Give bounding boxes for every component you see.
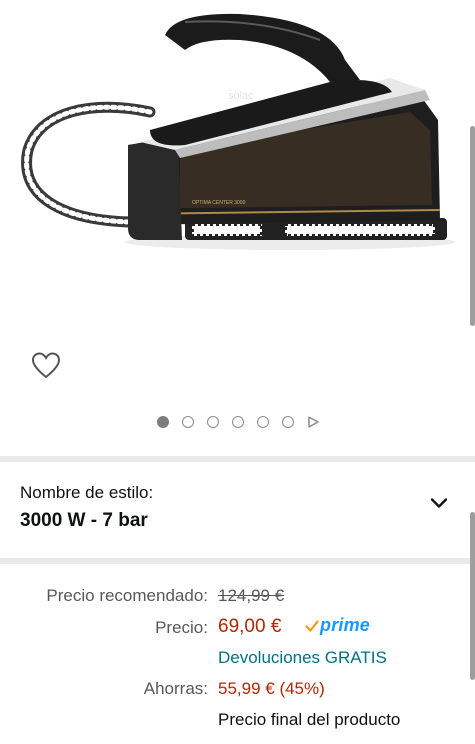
- carousel-dot-6[interactable]: [281, 416, 294, 428]
- returns-row: Devoluciones GRATIS: [0, 646, 475, 676]
- savings-value: 55,99 € (45%): [218, 679, 325, 698]
- free-returns-link[interactable]: Devoluciones GRATIS: [218, 648, 387, 668]
- price-row: Precio: 69,00 € prime: [0, 615, 475, 645]
- style-name-selector[interactable]: Nombre de estilo: 3000 W - 7 bar: [0, 466, 475, 558]
- style-selector-label: Nombre de estilo:: [20, 483, 154, 502]
- final-price-note-row: Precio final del producto: [0, 708, 475, 738]
- prime-check-icon: [305, 619, 319, 632]
- carousel-dot-1[interactable]: [156, 416, 169, 428]
- price-label: Precio:: [155, 618, 208, 637]
- price-value: 69,00 €: [218, 616, 282, 637]
- savings-row: Ahorras: 55,99 € (45%): [0, 677, 475, 707]
- carousel-video-play-icon[interactable]: [307, 416, 319, 428]
- recommended-price-value: 124,99 €: [218, 586, 285, 605]
- style-selector-value: 3000 W - 7 bar: [20, 510, 148, 531]
- recommended-price-label: Precio recomendado:: [46, 586, 208, 605]
- wishlist-heart-icon[interactable]: [30, 350, 62, 382]
- model-label: OPTIMA CENTER 3000: [192, 200, 246, 206]
- carousel-dot-3[interactable]: [206, 416, 219, 428]
- carousel-dot-5[interactable]: [256, 416, 269, 428]
- recommended-price-row: Precio recomendado: 124,99 €: [0, 584, 475, 614]
- product-image[interactable]: solac OPTIMA CENTER 3000: [0, 0, 475, 330]
- savings-label: Ahorras:: [143, 679, 208, 698]
- prime-label: prime: [320, 615, 371, 635]
- steam-iron-image: solac OPTIMA CENTER 3000: [21, 13, 455, 250]
- final-price-note: Precio final del producto: [218, 710, 401, 729]
- chevron-down-icon: [430, 498, 448, 508]
- prime-badge: prime: [305, 615, 370, 636]
- scrollbar-thumb[interactable]: [470, 126, 475, 326]
- section-divider: [0, 456, 475, 462]
- carousel-dot-4[interactable]: [231, 416, 244, 428]
- brand-logo: solac: [228, 90, 254, 102]
- image-carousel-indicators: [0, 414, 475, 430]
- carousel-dot-2[interactable]: [181, 416, 194, 428]
- section-divider: [0, 558, 475, 564]
- scrollbar-thumb[interactable]: [470, 512, 475, 680]
